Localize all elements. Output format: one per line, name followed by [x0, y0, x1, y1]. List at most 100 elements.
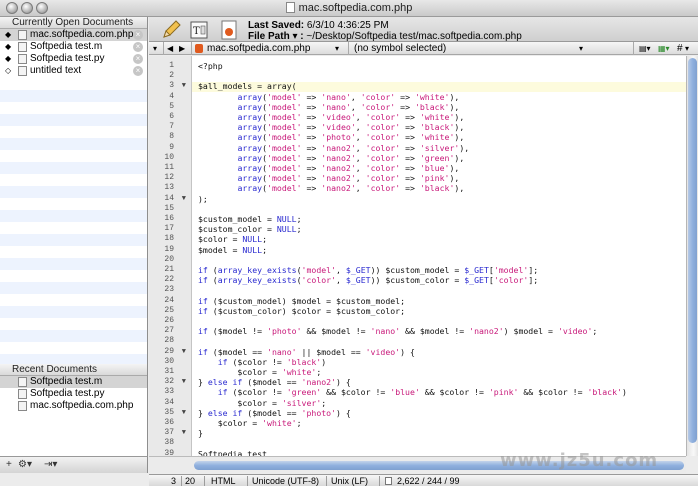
fold-arrow-icon[interactable]: ▼ [182, 81, 186, 91]
code-line[interactable]: if (array_key_exists('color', $_GET)) $c… [198, 275, 538, 285]
language-menu[interactable]: HTML [211, 475, 236, 486]
code-editor[interactable]: <?php $all_models = array( array('model' … [192, 56, 686, 456]
recent-document-row[interactable]: mac.softpedia.com.php [0, 400, 147, 412]
code-line[interactable]: array('model' => 'nano', 'color' => 'whi… [198, 92, 459, 102]
code-line[interactable]: $custom_model = NULL; [198, 214, 302, 224]
functions-icon[interactable]: ▦▾ [658, 42, 670, 55]
code-token: 'color' [365, 173, 401, 184]
code-token: 'white' [419, 132, 455, 143]
gutter-line: 13 [149, 183, 192, 193]
code-line[interactable]: $color = NULL; [198, 234, 267, 244]
code-line[interactable]: $model = NULL; [198, 245, 267, 255]
add-icon[interactable]: + [6, 459, 12, 471]
reveal-menu-icon[interactable]: ⇥▾ [44, 459, 57, 471]
code-token: => [301, 122, 322, 133]
code-token: 'video' [321, 122, 356, 133]
code-token: , [355, 132, 366, 143]
pencil-icon[interactable] [161, 20, 181, 40]
code-token: ) $model = [503, 326, 558, 337]
fold-arrow-icon[interactable]: ▼ [182, 347, 186, 357]
code-line[interactable]: array('model' => 'nano2', 'color' => 'si… [198, 143, 469, 153]
open-document-row[interactable]: ◆ Softpedia test.m × [0, 41, 147, 53]
code-line[interactable]: <?php [198, 61, 223, 71]
code-token: ($model == [207, 346, 268, 357]
code-line[interactable]: ); [198, 194, 208, 204]
file-menu[interactable]: mac.softpedia.com.php [207, 42, 310, 55]
code-line[interactable]: } [198, 428, 203, 438]
close-document-icon[interactable]: × [133, 54, 143, 64]
code-line[interactable]: $color = 'silver'; [198, 398, 326, 408]
fold-arrow-icon[interactable]: ▼ [182, 194, 186, 204]
code-line[interactable]: if ($custom_color) $color = $custom_colo… [198, 306, 405, 316]
encoding-menu[interactable]: Unicode (UTF-8) [252, 475, 319, 486]
code-line[interactable]: $color = 'white'; [198, 367, 321, 377]
code-line[interactable]: array('model' => 'video', 'color' => 'bl… [198, 122, 464, 132]
code-line[interactable]: if ($color != 'black') [198, 357, 326, 367]
gutter-line: 34 [149, 398, 192, 408]
code-line[interactable]: if ($color != 'green' && $color != 'blue… [198, 387, 627, 397]
fold-arrow-icon[interactable]: ▼ [182, 408, 186, 418]
code-line[interactable]: } else if ($model == 'nano2') { [198, 377, 351, 387]
file-menu-arrow[interactable]: ▾ [335, 42, 339, 55]
code-line[interactable]: } else if ($model == 'photo') { [198, 408, 351, 418]
line-number-status[interactable]: 3 [171, 475, 176, 486]
symbol-menu-arrow[interactable]: ▾ [579, 42, 583, 55]
code-token: array [237, 183, 263, 194]
close-document-icon[interactable]: × [133, 66, 143, 76]
code-token: 'black' [587, 387, 622, 398]
gutter-line: 3 ▼ [149, 81, 192, 91]
back-button[interactable]: ◀ [167, 42, 173, 55]
code-line[interactable]: array('model' => 'nano2', 'color' => 'bl… [198, 183, 464, 193]
recent-document-row[interactable]: Softpedia test.m [0, 376, 147, 388]
line-endings-menu[interactable]: Unix (LF) [331, 475, 368, 486]
text-options-icon[interactable]: T [189, 20, 209, 40]
vertical-scroll-thumb[interactable] [688, 58, 697, 443]
code-line[interactable]: array('model' => 'photo', 'color' => 'wh… [198, 132, 464, 142]
code-line[interactable]: $custom_color = NULL; [198, 224, 302, 234]
code-line[interactable]: if (array_key_exists('model', $_GET)) $c… [198, 265, 538, 275]
code-token: 'silver' [281, 397, 322, 408]
open-document-row[interactable]: ◆ Softpedia test.py × [0, 53, 147, 65]
vertical-scrollbar[interactable] [686, 56, 698, 456]
code-line[interactable]: array('model' => 'nano2', 'color' => 'bl… [198, 163, 459, 173]
code-line[interactable]: array('model' => 'video', 'color' => 'wh… [198, 112, 464, 122]
menu-icon[interactable]: ▾ [153, 42, 157, 55]
code-token: 'model' [267, 122, 302, 133]
code-line[interactable]: if ($model == 'nano' || $model == 'video… [198, 347, 415, 357]
code-line[interactable]: array('model' => 'nano2', 'color' => 'pi… [198, 173, 459, 183]
close-document-icon[interactable]: × [133, 30, 143, 40]
hash-menu[interactable]: # [677, 42, 683, 55]
split-icon[interactable]: ▤▾ [639, 42, 651, 55]
code-token: 'green' [419, 152, 455, 163]
forward-button[interactable]: ▶ [179, 42, 185, 55]
line-number: 18 [164, 234, 174, 244]
code-token: => [400, 183, 420, 194]
code-token: , [355, 152, 366, 163]
gutter-line: 16 [149, 214, 192, 224]
symbol-menu[interactable]: (no symbol selected) [354, 42, 446, 55]
open-document-row[interactable]: ◇ untitled text × [0, 65, 147, 77]
code-token: => [400, 163, 420, 173]
action-gear-icon[interactable]: ⚙▾ [18, 459, 32, 471]
divider [379, 476, 380, 486]
column-number-status[interactable]: 20 [185, 475, 195, 486]
recent-document-row[interactable]: Softpedia test.py [0, 388, 147, 400]
unedited-dot-icon: ◆ [5, 42, 12, 51]
file-path-menu[interactable]: File Path ▾ : [248, 31, 304, 42]
code-line[interactable]: $all_models = array( [198, 81, 297, 91]
hash-menu-arrow[interactable]: ▾ [685, 42, 689, 55]
code-line[interactable]: $color = 'white'; [198, 418, 302, 428]
close-document-icon[interactable]: × [133, 42, 143, 52]
code-line[interactable]: array('model' => 'nano', 'color' => 'bla… [198, 102, 459, 112]
code-line[interactable]: array('model' => 'nano2', 'color' => 'gr… [198, 153, 464, 163]
code-line[interactable]: if ($custom_model) $model = $custom_mode… [198, 296, 405, 306]
fold-arrow-icon[interactable]: ▼ [182, 377, 186, 387]
fold-arrow-icon[interactable]: ▼ [182, 428, 186, 438]
code-line[interactable]: if ($model != 'photo' && $model != 'nano… [198, 326, 597, 336]
open-document-row[interactable]: ◆ mac.softpedia.com.php × [0, 29, 147, 41]
code-token: 'white' [262, 418, 297, 428]
code-line[interactable]: Softpedia test [198, 449, 267, 456]
m-file-icon [18, 42, 27, 52]
